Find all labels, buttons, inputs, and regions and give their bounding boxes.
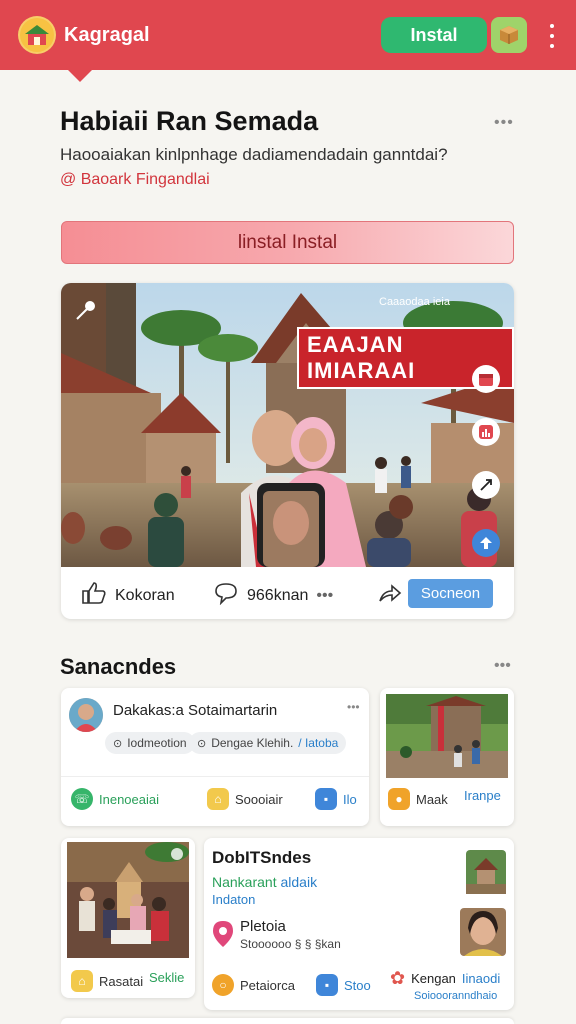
section-more-button[interactable]: ••• [494, 657, 511, 675]
share-circle-icon[interactable] [472, 529, 500, 557]
footer-action-3[interactable]: ▪ Ilo [315, 788, 357, 810]
share-arrow-icon[interactable] [377, 581, 403, 605]
circle-icon: ○ [212, 974, 234, 996]
info-icon: ⊙ [197, 737, 207, 750]
comment-bubble-icon [213, 581, 239, 610]
person-avatar [460, 908, 506, 956]
suggestion-card-details[interactable]: DobITSndes Nankarant aldaik Indaton Plet… [204, 838, 514, 1010]
card-blue-text[interactable]: Indaton [212, 892, 255, 907]
video-card: Caaaodaa ieia EAAJAN IMIARAAI Kokoran 96… [61, 283, 514, 619]
post-author-link[interactable]: @ Baoark Fingandlai [60, 171, 210, 189]
flower-icon: ✿ [390, 968, 406, 988]
card-green-text: Nankarant aldaik [212, 874, 318, 890]
install-button[interactable]: Instal [381, 17, 487, 53]
footer-action-9[interactable]: ▪ Stoo [316, 974, 371, 996]
suggestion-card-family[interactable]: ⌂ Rasatai Seklie [61, 838, 195, 998]
chat-icon: ☏ [71, 788, 93, 810]
like-label: Kokoran [115, 586, 175, 604]
footer-action-10[interactable]: ✿ Kengan Iinaodi Soioooranndhaio [390, 968, 500, 1002]
calendar-icon[interactable] [472, 365, 500, 393]
message-icon: ▪ [315, 788, 337, 810]
footer-action-4[interactable]: ● Maak [388, 788, 448, 810]
next-card-peek [61, 1018, 514, 1024]
app-title: Kagragal [64, 24, 150, 46]
footer-action-1[interactable]: ☏ Inenoeaiai [71, 788, 159, 810]
section-title: Sanacndes [60, 654, 177, 679]
tag-chip-1[interactable]: ⊙ Iodmeotion [105, 732, 195, 754]
chart-icon[interactable] [472, 418, 500, 446]
comment-more[interactable]: ••• [316, 587, 333, 605]
card-title: DobITSndes [212, 848, 312, 867]
expand-icon[interactable] [472, 471, 500, 499]
card-more-button[interactable]: ••• [347, 700, 360, 714]
divider [61, 776, 369, 777]
info-icon: ⊙ [113, 737, 123, 750]
video-meta-text: Caaaodaa ieia [379, 296, 450, 308]
post-title: Habiaii Ran Semada [60, 106, 319, 136]
comment-label: 966knan [247, 586, 309, 604]
footer-action-7[interactable]: Seklie [149, 970, 184, 985]
house-icon: ⌂ [207, 788, 229, 810]
family-thumbnail [67, 842, 189, 958]
location-pin-icon [212, 920, 234, 953]
video-thumbnail[interactable] [61, 283, 514, 567]
post-subtitle: Haooaiakan kinlpnhage dadiamendadain gan… [60, 145, 448, 164]
like-button[interactable]: Kokoran [81, 581, 175, 610]
village-thumbnail [466, 850, 506, 894]
place-name: Pletoia [240, 918, 286, 935]
footer-action-2[interactable]: ⌂ Soooiair [207, 788, 283, 810]
profile-name: Dakakas:a Sotaimartarin [113, 702, 278, 719]
suggestion-card-profile[interactable]: Dakakas:a Sotaimartarin ••• ⊙ Iodmeotion … [61, 688, 369, 826]
badge-icon: ● [388, 788, 410, 810]
post-more-button[interactable]: ••• [494, 114, 514, 132]
pin-icon[interactable] [73, 297, 99, 328]
suggestion-card-temple[interactable]: ● Maak Iranpe [380, 688, 514, 826]
house-logo-icon[interactable] [18, 16, 56, 54]
header-pointer [66, 68, 94, 82]
top-app-bar: Kagragal Instal [0, 0, 576, 70]
thumbs-up-icon [81, 581, 107, 610]
kebab-menu-icon[interactable] [543, 24, 561, 48]
house-icon: ⌂ [71, 970, 93, 992]
footer-action-8[interactable]: ○ Petaiorca [212, 974, 295, 996]
video-action-row: Kokoran 966knan ••• Socneon [61, 567, 514, 619]
comment-button[interactable]: 966knan ••• [213, 581, 333, 610]
temple-thumbnail [386, 694, 508, 778]
avatar [69, 698, 103, 732]
install-banner-button[interactable]: linstal Instal [61, 221, 514, 264]
footer-action-6[interactable]: ⌂ Rasatai [71, 970, 143, 992]
footer-action-5[interactable]: Iranpe [464, 788, 501, 803]
place-subtitle: Stoooooo § § §kan [240, 937, 341, 951]
tag-chip-2[interactable]: ⊙ Dengae Klehih. / Iatoba [189, 732, 347, 754]
message-icon: ▪ [316, 974, 338, 996]
share-button[interactable]: Socneon [408, 579, 493, 608]
package-icon[interactable] [491, 17, 527, 53]
